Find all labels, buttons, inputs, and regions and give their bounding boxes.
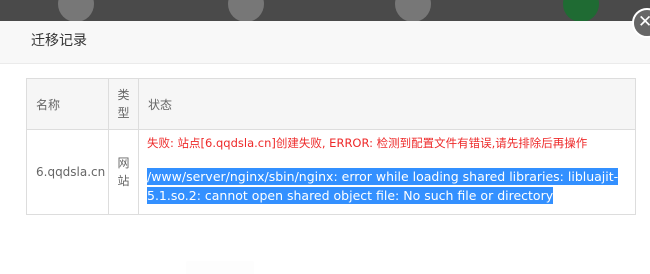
error-detail-selected-text[interactable]: /www/server/nginx/sbin/nginx: error whil… <box>147 168 619 204</box>
close-icon: ✕ <box>638 12 650 32</box>
error-message: 失败: 站点[6.qqdsla.cn]创建失败, ERROR: 检测到配置文件有… <box>147 136 588 150</box>
background-icon <box>228 0 264 22</box>
column-header-status: 状态 <box>138 78 636 130</box>
column-header-name: 名称 <box>26 78 109 130</box>
table-row: 6.qqdsla.cn 网站 失败: 站点[6.qqdsla.cn]创建失败, … <box>26 129 636 215</box>
dialog-title: 迁移记录 <box>31 33 87 49</box>
migration-record-dialog: 迁移记录 名称 类型 状态 6.qqdsla.cn 网站 失败: 站点[6.qq… <box>0 21 650 274</box>
column-header-type: 类型 <box>108 78 139 130</box>
table-header-row: 名称 类型 状态 <box>26 78 636 130</box>
background-icon <box>395 0 431 22</box>
row-status: 失败: 站点[6.qqdsla.cn]创建失败, ERROR: 检测到配置文件有… <box>138 129 636 215</box>
row-type: 网站 <box>108 129 139 215</box>
footer-button[interactable] <box>186 261 254 274</box>
records-table: 名称 类型 状态 6.qqdsla.cn 网站 失败: 站点[6.qqdsla.… <box>26 78 636 215</box>
background-icon <box>563 0 599 22</box>
dialog-header: 迁移记录 <box>0 21 650 64</box>
row-name: 6.qqdsla.cn <box>26 129 109 215</box>
background-icon <box>58 0 94 22</box>
